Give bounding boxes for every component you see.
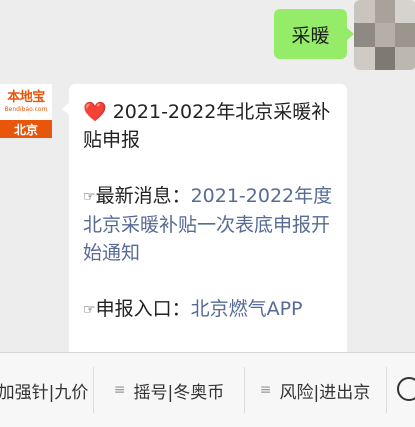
entry-link[interactable]: 北京燃气APP [191,298,303,320]
news-label: 最新消息： [95,185,191,207]
message-title-text: 2021-2022年北京采暖补贴申报 [83,101,331,151]
menu-list-icon: ≡ [259,382,272,398]
pointing-hand-icon: ☞ [83,302,96,318]
menu-item-label: 风险|进出京 [279,382,371,403]
menu-item-vaccine[interactable]: 加强针|九价 [0,353,92,427]
menu-divider [386,367,387,413]
bot-bubble-tail [62,102,70,116]
bendibao-logo: 本地宝 Bendibao.com [0,84,52,120]
bottom-menu-bar: 加强针|九价 ≡ 摇号|冬奥币 ≡ 风险|进出京 [0,352,415,427]
bot-avatar[interactable]: 本地宝 Bendibao.com 北京 [0,84,52,138]
user-message-bubble[interactable]: 采暖 [274,9,354,59]
logo-name: 本地宝 [7,89,45,105]
logo-subtitle: Bendibao.com [4,105,48,113]
logo-city: 北京 [0,120,52,138]
menu-item-label: 摇号|冬奥币 [133,382,225,403]
message-title: ❤️ 2021-2022年北京采暖补贴申报 [83,98,333,154]
user-avatar[interactable] [354,0,415,70]
entry-label: 申报入口： [95,298,191,320]
entry-line: ☞申报入口：北京燃气APP [83,295,333,324]
menu-list-icon: ≡ [113,382,126,398]
user-bubble-tail [346,27,354,41]
heart-icon: ❤️ [83,101,107,123]
menu-item-risk[interactable]: ≡ 风险|进出京 [245,353,385,427]
pointing-hand-icon: ☞ [83,189,96,205]
menu-item-lottery[interactable]: ≡ 摇号|冬奥币 [94,353,244,427]
keyboard-toggle-icon[interactable] [397,377,415,401]
bot-message-bubble: ❤️ 2021-2022年北京采暖补贴申报 ☞最新消息：2021-2022年度北… [62,84,347,364]
news-line: ☞最新消息：2021-2022年度北京采暖补贴一次表底申报开始通知 [83,182,333,267]
menu-item-label: 加强针|九价 [0,382,89,403]
user-message-text: 采暖 [291,24,330,47]
